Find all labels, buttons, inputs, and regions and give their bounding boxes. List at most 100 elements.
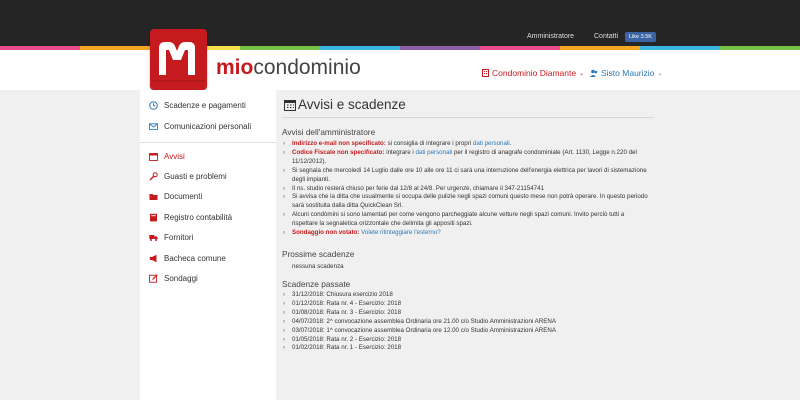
calendar-icon [149,153,158,161]
survey-link[interactable]: Volete ritinteggiare l'esterno? [361,229,441,236]
sidebar-item-label: Fornitori [164,233,194,242]
sidebar-item-label: Bacheca comune [164,254,226,263]
notice-text: Alcuni condòmini si sono lamentati per c… [292,211,625,228]
sidebar-item-bacheca[interactable]: Bacheca comune [149,254,226,263]
deadline-text: 01/12/2018: Rata nr. 4 - Esercizio: 2018 [292,299,402,307]
folder-icon [149,194,158,200]
chevron-right-icon: › [283,326,286,334]
facebook-like-button[interactable]: Like 3.5K [625,32,656,42]
logo-mio: mio [216,56,254,79]
chevron-right-icon: › [283,291,286,298]
chevron-right-icon: › [283,148,286,156]
edit-icon [149,274,158,283]
sidebar-item-label: Sondaggi [164,274,198,283]
sidebar-item-sondaggi[interactable]: Sondaggi [149,274,198,283]
user-menu[interactable]: Sisto Maurizio ⌄ [590,68,662,78]
sidebar-item-label: Guasti e problemi [164,172,227,181]
notice-text: Si avvisa che la ditta che usualmente si… [292,193,648,210]
sidebar-item-registro[interactable]: Registro contabilità [149,213,232,222]
wrench-icon [149,172,158,181]
sidebar: Scadenze e pagamenti Comunicazioni perso… [140,90,276,400]
sidebar-item-documenti[interactable]: Documenti [149,192,202,201]
megaphone-icon [149,254,157,263]
sidebar-item-label: Comunicazioni personali [164,122,252,131]
list-item: › Codice Fiscale non specificato: integra… [283,149,651,167]
page-title: Avvisi e scadenze [298,97,406,112]
notice-text: Il ns. studio resterà chiuso per ferie d… [292,184,545,192]
sidebar-item-label: Registro contabilità [164,213,233,222]
sidebar-item-comunicazioni[interactable]: Comunicazioni personali [149,122,251,131]
sidebar-divider [140,142,276,143]
no-deadlines-text: nessuna scadenza [292,263,344,270]
list-item[interactable]: › 01/02/2018: Rata nr. 1 - Esercizio: 201… [283,344,651,353]
chevron-right-icon: › [283,335,286,343]
top-bar [0,0,800,46]
upcoming-deadlines-heading: Prossime scadenze [282,249,355,259]
list-item: › Si avvisa che la ditta che usualmente s… [283,193,651,211]
list-item: › Indirizzo e-mail non specificato: si co… [283,140,651,149]
sidebar-item-avvisi[interactable]: Avvisi [149,152,185,161]
chevron-right-icon: › [283,308,286,316]
notice-text: . [509,140,512,147]
sidebar-item-label: Scadenze e pagamenti [164,101,246,110]
chevron-right-icon: › [283,140,286,147]
notice-text: integrare i [384,148,416,156]
list-item[interactable]: › 31/12/2018: Chiusura esercizio 2018 [283,291,651,300]
personal-data-link[interactable]: dati personali [473,140,510,147]
deadline-text: 03/07/2018: 1^ convocazione assemblea Or… [292,326,556,334]
chevron-right-icon: › [283,184,286,192]
clock-icon [149,101,158,110]
sidebar-item-scadenze[interactable]: Scadenze e pagamenti [149,101,246,110]
logo-condominio: condominio [253,56,361,79]
notice-alert: Sondaggio non votato: [292,229,360,237]
chevron-down-icon: ⌄ [579,70,585,77]
list-item: › Alcuni condòmini si sono lamentati per … [283,211,651,229]
admin-notices-heading: Avvisi dell'amministratore [282,127,376,137]
users-icon [590,69,598,77]
admin-notices-list: › Indirizzo e-mail non specificato: si co… [283,140,651,238]
logo-wordmark[interactable]: miocondominio [216,56,361,80]
personal-data-link[interactable]: dati personali [415,149,452,156]
chevron-right-icon: › [283,344,286,352]
chevron-right-icon: › [283,229,286,237]
chevron-right-icon: › [283,299,286,307]
notice-alert: Indirizzo e-mail non specificato: [292,140,386,147]
main-content: Avvisi e scadenze Avvisi dell'amministra… [276,90,660,400]
sidebar-item-label: Avvisi [164,152,185,161]
list-item[interactable]: › 01/12/2018: Rata nr. 4 - Esercizio: 201… [283,300,651,309]
user-name: Sisto Maurizio [601,68,655,78]
list-item: › Il ns. studio resterà chiuso per ferie … [283,185,651,194]
list-item[interactable]: › 04/07/2018: 2^ convocazione assemblea O… [283,318,651,327]
truck-icon [149,235,158,241]
list-item: › Si segnala che mercoledì 14 Luglio dall… [283,167,651,185]
notice-alert: Codice Fiscale non specificato: [292,148,385,156]
deadline-text: 04/07/2018: 2^ convocazione assemblea Or… [292,317,556,325]
list-item[interactable]: › 01/05/2018: Rata nr. 2 - Esercizio: 201… [283,336,651,345]
deadline-text: 01/05/2018: Rata nr. 2 - Esercizio: 2018 [292,335,402,343]
header [0,50,800,90]
book-icon [150,213,157,222]
chevron-right-icon: › [283,211,286,219]
chevron-right-icon: › [283,166,286,174]
list-item: › Sondaggio non votato: Volete ritinteggi… [283,229,651,238]
title-divider [282,117,654,118]
envelope-icon [149,123,158,130]
chevron-down-icon: ⌄ [657,70,663,77]
topnav-contacts-link[interactable]: Contatti [594,33,618,40]
past-deadlines-heading: Scadenze passate [282,279,351,289]
deadline-text: 31/12/2018: Chiusura esercizio 2018 [292,291,393,298]
logo-icon[interactable] [150,29,207,90]
condo-name: Condominio Diamante [492,68,577,78]
condo-selector[interactable]: Condominio Diamante ⌄ [482,68,584,78]
calendar-icon [284,100,296,111]
building-icon [482,69,489,77]
sidebar-item-fornitori[interactable]: Fornitori [149,233,193,242]
list-item[interactable]: › 01/08/2018: Rata nr. 3 - Esercizio: 201… [283,309,651,318]
topnav-admin-link[interactable]: Amministratore [527,33,574,40]
deadline-text: 01/08/2018: Rata nr. 3 - Esercizio: 2018 [292,308,402,316]
past-deadlines-list: › 31/12/2018: Chiusura esercizio 2018 › 01… [283,291,651,353]
chevron-right-icon: › [283,317,286,325]
list-item[interactable]: › 03/07/2018: 1^ convocazione assemblea O… [283,327,651,336]
deadline-text: 01/02/2018: Rata nr. 1 - Esercizio: 2018 [292,344,402,352]
sidebar-item-guasti[interactable]: Guasti e problemi [149,172,227,181]
